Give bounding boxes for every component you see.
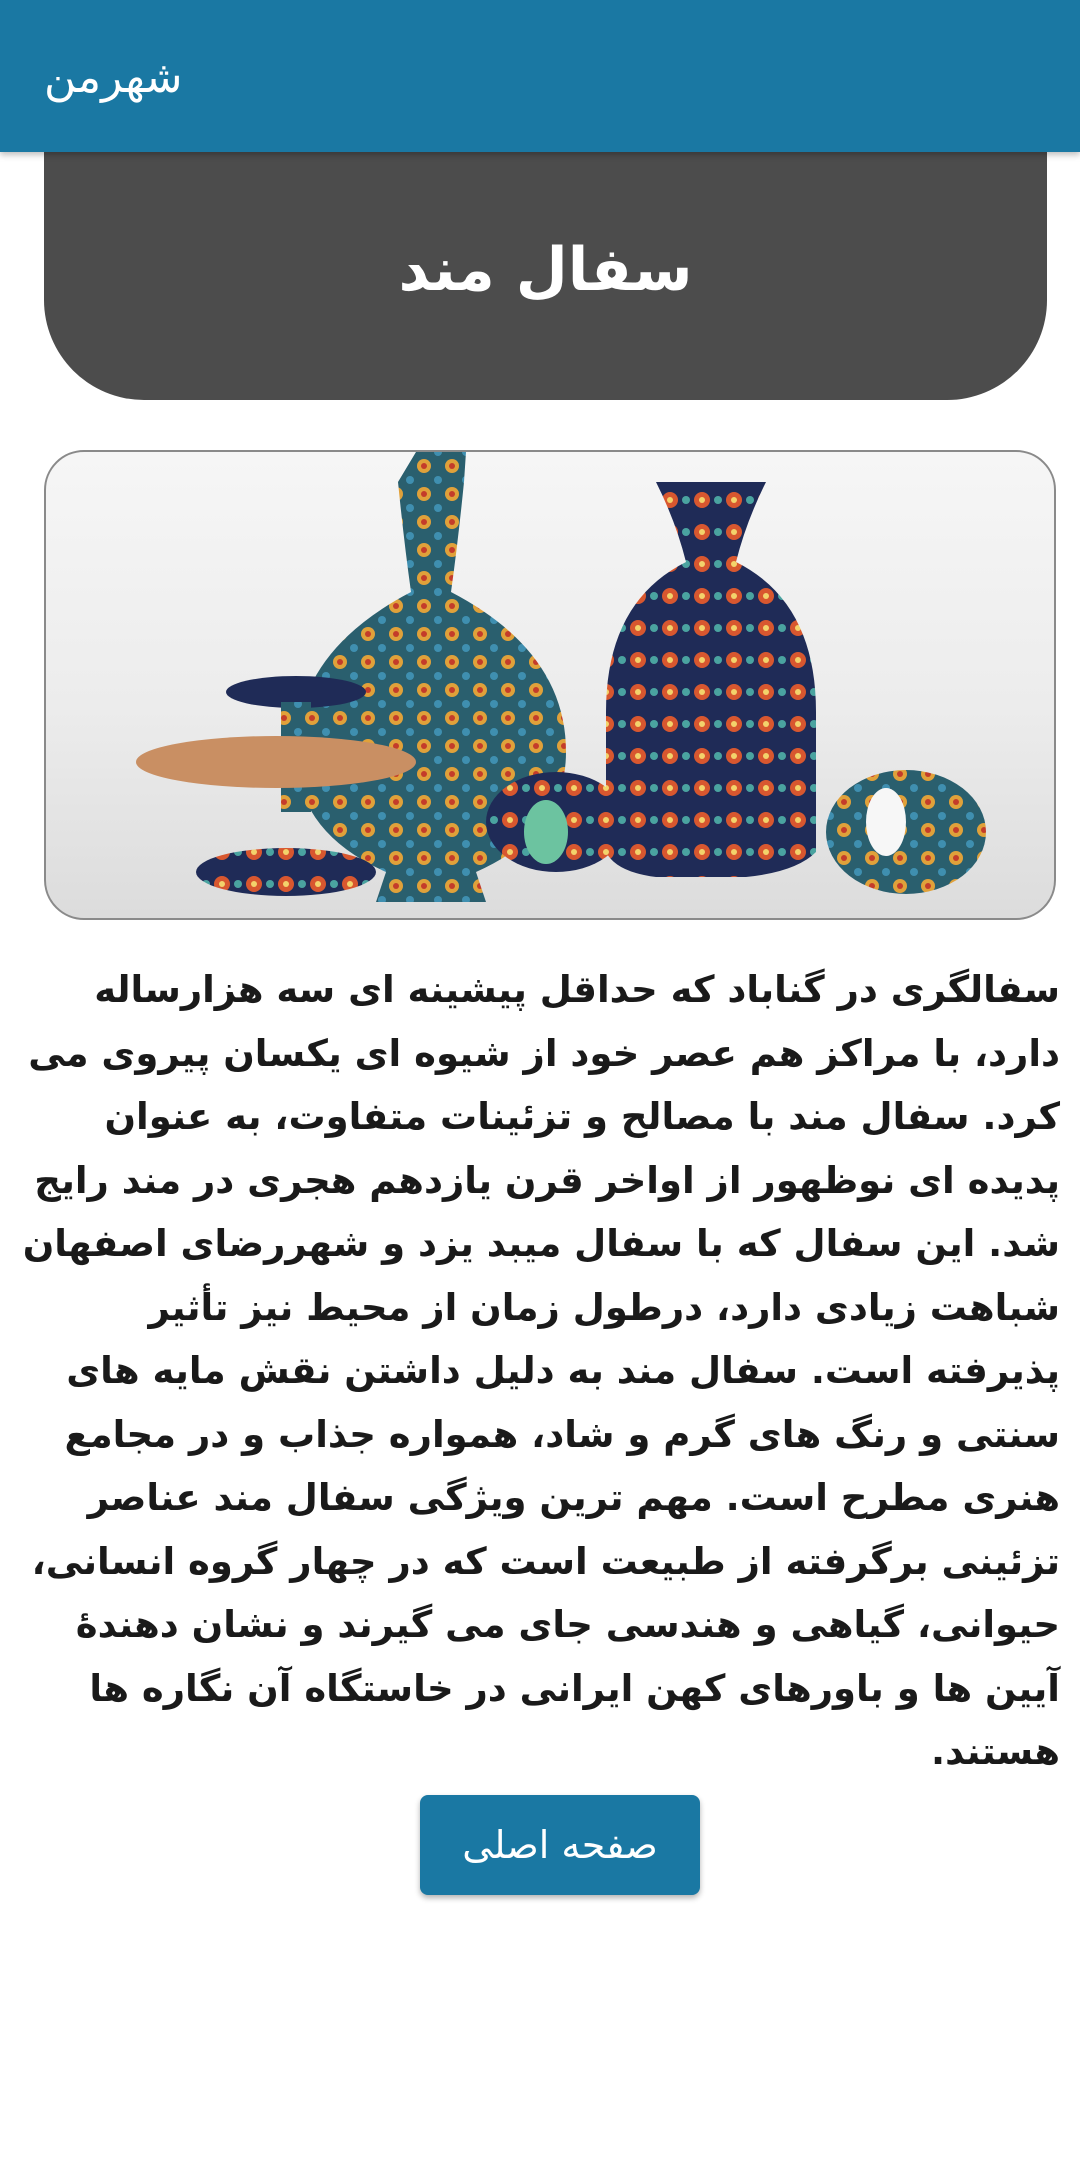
article-body: سفالگری در گناباد که حداقل پیشینه ای سه …: [22, 968, 1060, 1773]
pottery-photo-icon: [136, 452, 986, 902]
page-header-card: سفال مند: [44, 120, 1047, 400]
page-title: سفال مند: [398, 235, 693, 305]
home-button[interactable]: صفحه اصلی: [420, 1795, 700, 1895]
pottery-image: [44, 450, 1056, 920]
app-bar: شهرمن: [0, 0, 1080, 152]
app-title: شهرمن: [44, 52, 183, 103]
